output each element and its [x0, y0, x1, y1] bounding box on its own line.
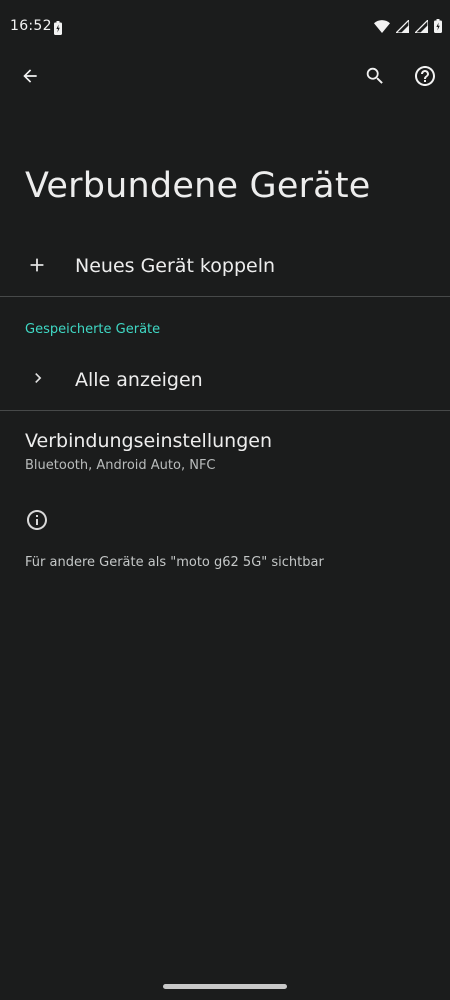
- signal-icon: [394, 18, 410, 37]
- search-button[interactable]: [355, 58, 395, 98]
- help-icon: [413, 64, 437, 92]
- signal-icon: [413, 18, 429, 37]
- page-title: Verbundene Geräte: [25, 166, 371, 206]
- screen: 16:52 Verbundene Geräte Neues Gerät kopp…: [0, 0, 450, 1000]
- status-time: 16:52: [10, 18, 52, 34]
- arrow-back-icon: [20, 66, 40, 90]
- help-button[interactable]: [405, 58, 445, 98]
- wifi-icon: [374, 18, 390, 37]
- visibility-text: Für andere Geräte als "moto g62 5G" sich…: [25, 555, 324, 570]
- plus-icon: [26, 254, 48, 280]
- back-button[interactable]: [10, 58, 50, 98]
- status-bar: 16:52: [0, 0, 450, 56]
- show-all-label: Alle anzeigen: [75, 369, 203, 391]
- connection-settings-subtitle: Bluetooth, Android Auto, NFC: [25, 458, 216, 473]
- pair-new-device-row[interactable]: Neues Gerät koppeln: [0, 240, 450, 296]
- battery-saver-icon: [54, 20, 62, 39]
- app-bar: [0, 56, 450, 100]
- chevron-right-icon: [28, 368, 48, 392]
- info-icon: [25, 508, 49, 536]
- connection-settings-title: Verbindungseinstellungen: [25, 430, 272, 452]
- status-icons: [374, 18, 442, 37]
- pair-new-device-label: Neues Gerät koppeln: [75, 255, 276, 277]
- search-icon: [364, 65, 386, 91]
- divider: [0, 410, 450, 411]
- connection-settings-row[interactable]: Verbindungseinstellungen Bluetooth, Andr…: [0, 420, 450, 484]
- divider: [0, 296, 450, 297]
- saved-devices-header: Gespeicherte Geräte: [25, 322, 161, 337]
- show-all-row[interactable]: Alle anzeigen: [0, 356, 450, 406]
- home-indicator[interactable]: [163, 984, 287, 989]
- battery-icon: [434, 18, 442, 37]
